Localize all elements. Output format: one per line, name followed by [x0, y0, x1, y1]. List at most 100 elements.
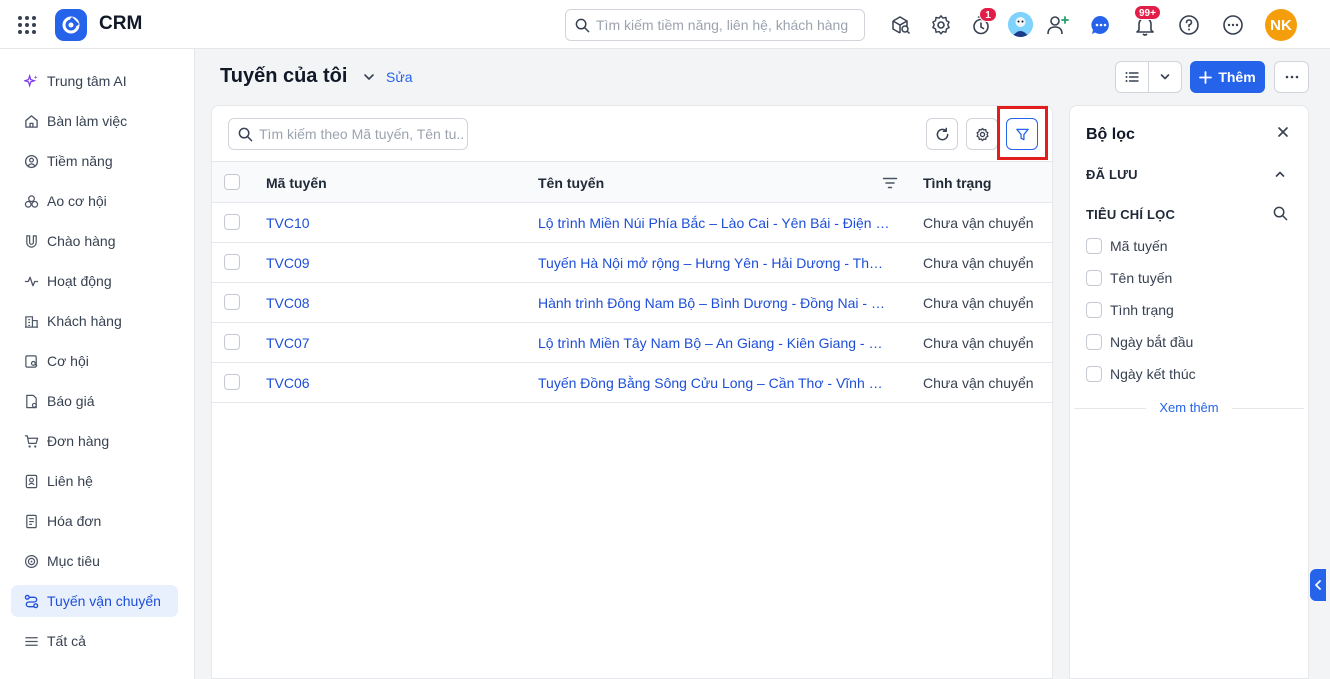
select-all-checkbox[interactable]: [224, 174, 240, 190]
criteria-item[interactable]: Mã tuyến: [1086, 238, 1168, 254]
sidebar-item-label: Khách hàng: [47, 313, 122, 329]
help-icon[interactable]: [1176, 12, 1202, 38]
routes-table-panel: Mã tuyến Tên tuyến Tình trạng TVC10 Lộ t…: [211, 105, 1053, 679]
route-code-link[interactable]: TVC07: [266, 335, 310, 351]
column-header-name[interactable]: Tên tuyến: [538, 175, 604, 191]
table-row[interactable]: TVC08 Hành trình Đông Nam Bộ – Bình Dươn…: [212, 283, 1052, 323]
route-name-link[interactable]: Lộ trình Miền Tây Nam Bộ – An Giang - Ki…: [538, 335, 890, 351]
route-code-link[interactable]: TVC09: [266, 255, 310, 271]
table-search[interactable]: [228, 118, 468, 150]
app-launcher-icon[interactable]: [16, 14, 38, 36]
column-header-status[interactable]: Tình trạng: [923, 175, 991, 191]
column-header-code[interactable]: Mã tuyến: [266, 175, 327, 191]
notification-badge: 99+: [1134, 5, 1161, 20]
row-checkbox[interactable]: [224, 294, 240, 310]
add-button[interactable]: Thêm: [1190, 61, 1265, 93]
criteria-item[interactable]: Tên tuyến: [1086, 270, 1172, 286]
route-name-link[interactable]: Hành trình Đông Nam Bộ – Bình Dương - Đồ…: [538, 295, 890, 311]
sidebar-item-workspace[interactable]: Bàn làm việc: [11, 105, 178, 137]
table-row[interactable]: TVC10 Lộ trình Miền Núi Phía Bắc – Lào C…: [212, 203, 1052, 243]
criteria-checkbox[interactable]: [1086, 366, 1102, 382]
opportunity-icon: [23, 353, 39, 369]
route-code-link[interactable]: TVC08: [266, 295, 310, 311]
criteria-checkbox[interactable]: [1086, 238, 1102, 254]
sidebar-item-invoice[interactable]: Hóa đơn: [11, 505, 178, 537]
sidebar-item-activity[interactable]: Hoạt động: [11, 265, 178, 297]
sidebar-item-opportunity-pool[interactable]: Ao cơ hội: [11, 185, 178, 217]
top-bar: CRM 1 99+ NK: [0, 0, 1330, 49]
table-row[interactable]: TVC09 Tuyến Hà Nội mở rộng – Hưng Yên - …: [212, 243, 1052, 283]
criteria-checkbox[interactable]: [1086, 334, 1102, 350]
cart-icon: [23, 433, 39, 449]
crm-logo-icon[interactable]: [55, 9, 87, 41]
route-status: Chưa vận chuyển: [923, 295, 1034, 311]
row-checkbox[interactable]: [224, 374, 240, 390]
sidebar-item-label: Mục tiêu: [47, 553, 100, 569]
table-settings-button[interactable]: [966, 118, 998, 150]
criteria-item[interactable]: Ngày bắt đầu: [1086, 334, 1193, 350]
chevron-down-icon[interactable]: [1149, 62, 1181, 92]
sidebar-item-label: Cơ hội: [47, 353, 89, 369]
sidebar-item-potential[interactable]: Tiềm năng: [11, 145, 178, 177]
row-checkbox[interactable]: [224, 254, 240, 270]
criteria-checkbox[interactable]: [1086, 302, 1102, 318]
sidebar-item-label: Tuyến vận chuyển: [47, 593, 161, 609]
magnet-icon: [23, 233, 39, 249]
sidebar-item-target[interactable]: Mục tiêu: [11, 545, 178, 577]
sidebar-item-order[interactable]: Đơn hàng: [11, 425, 178, 457]
sidebar-item-offer[interactable]: Chào hàng: [11, 225, 178, 257]
route-name-link[interactable]: Tuyến Đồng Bằng Sông Cửu Long – Cần Thơ …: [538, 375, 890, 391]
row-checkbox[interactable]: [224, 334, 240, 350]
sidebar-item-customer[interactable]: Khách hàng: [11, 305, 178, 337]
route-name-link[interactable]: Tuyến Hà Nội mở rộng – Hưng Yên - Hải Dư…: [538, 255, 890, 271]
chevron-down-icon[interactable]: [362, 70, 376, 84]
see-more-link[interactable]: Xem thêm: [1070, 400, 1308, 415]
route-code-link[interactable]: TVC10: [266, 215, 310, 231]
column-filter-icon[interactable]: [882, 175, 898, 191]
ellipsis-icon: [1284, 75, 1300, 79]
list-view-icon[interactable]: [1116, 62, 1149, 92]
criteria-label: Ngày bắt đầu: [1110, 334, 1194, 350]
view-switcher[interactable]: [1115, 61, 1182, 93]
table-row[interactable]: TVC07 Lộ trình Miền Tây Nam Bộ – An Gian…: [212, 323, 1052, 363]
global-search[interactable]: [565, 9, 865, 41]
route-name-link[interactable]: Lộ trình Miền Núi Phía Bắc – Lào Cai - Y…: [538, 215, 890, 231]
gear-icon[interactable]: [928, 12, 954, 38]
sidebar-item-label: Ao cơ hội: [47, 193, 107, 209]
global-search-input[interactable]: [596, 10, 858, 40]
collapse-panel-button[interactable]: [1310, 569, 1326, 601]
search-icon: [238, 127, 253, 142]
more-actions-button[interactable]: [1274, 61, 1309, 93]
criteria-label: Tên tuyến: [1110, 270, 1173, 286]
more-options-icon[interactable]: [1220, 12, 1246, 38]
invoice-icon: [23, 513, 39, 529]
filter-button-highlight: [997, 106, 1048, 160]
row-checkbox[interactable]: [224, 214, 240, 230]
sidebar-item-opportunity[interactable]: Cơ hội: [11, 345, 178, 377]
app-name: CRM: [99, 13, 143, 34]
chat-icon[interactable]: [1088, 12, 1114, 38]
sidebar-item-shipping-route[interactable]: Tuyến vận chuyển: [11, 585, 178, 617]
sidebar-item-all[interactable]: Tất cả: [11, 625, 178, 657]
criteria-item[interactable]: Ngày kết thúc: [1086, 366, 1196, 382]
refresh-button[interactable]: [926, 118, 958, 150]
box-search-icon[interactable]: [888, 12, 914, 38]
table-row[interactable]: TVC06 Tuyến Đồng Bằng Sông Cửu Long – Cầ…: [212, 363, 1052, 403]
user-avatar[interactable]: NK: [1265, 9, 1297, 41]
profile-picture-icon[interactable]: [1008, 12, 1033, 37]
table-search-input[interactable]: [259, 119, 463, 149]
criteria-item[interactable]: Tình trạng: [1086, 302, 1174, 318]
route-code-link[interactable]: TVC06: [266, 375, 310, 391]
add-user-icon[interactable]: [1044, 12, 1070, 38]
saved-filters-label[interactable]: ĐÃ LƯU: [1086, 167, 1138, 182]
criteria-checkbox[interactable]: [1086, 270, 1102, 286]
edit-link[interactable]: Sửa: [386, 69, 413, 85]
close-icon[interactable]: [1278, 127, 1288, 137]
sidebar-item-contact[interactable]: Liên hệ: [11, 465, 178, 497]
chevron-up-icon[interactable]: [1274, 168, 1286, 180]
search-icon[interactable]: [1273, 206, 1288, 221]
sidebar-item-quote[interactable]: Báo giá: [11, 385, 178, 417]
building-icon: [23, 313, 39, 329]
chevron-left-icon: [1314, 579, 1322, 591]
sidebar-item-ai-center[interactable]: Trung tâm AI: [11, 65, 178, 97]
